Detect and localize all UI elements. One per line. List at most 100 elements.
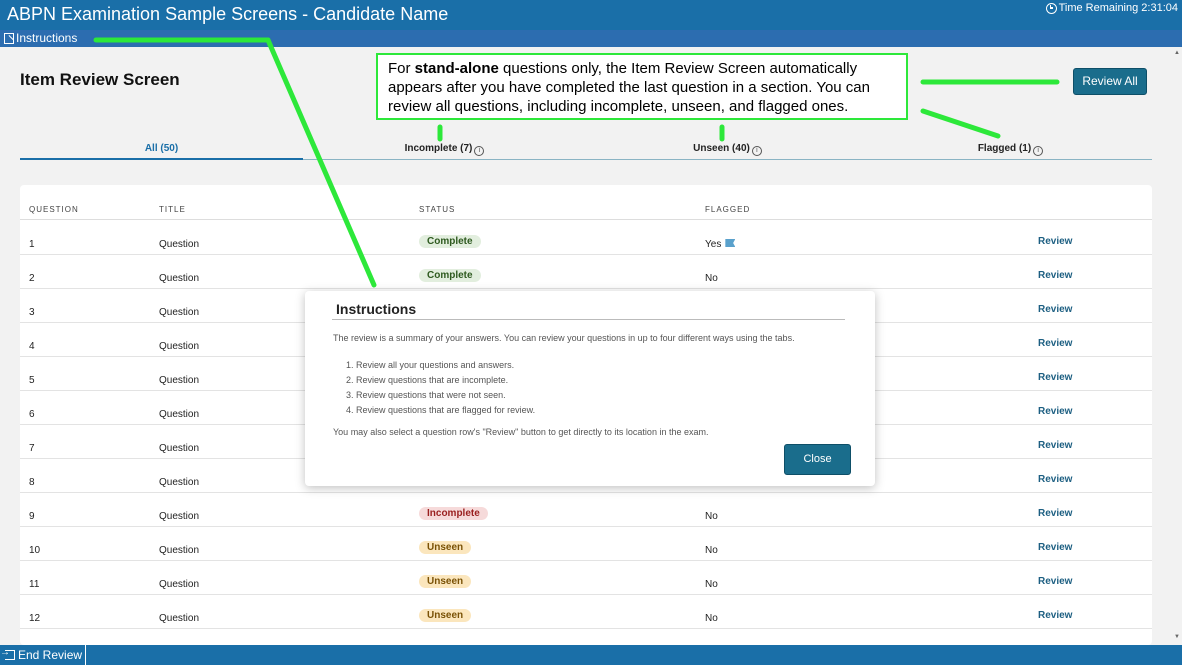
app-title: ABPN Examination Sample Screens - Candid…	[7, 4, 449, 24]
question-number: 1	[29, 239, 35, 250]
question-number: 11	[29, 579, 40, 590]
review-link[interactable]: Review	[1038, 236, 1072, 247]
question-number: 5	[29, 375, 35, 386]
review-link[interactable]: Review	[1038, 542, 1072, 553]
timer-text: Time Remaining 2:31:04	[1058, 2, 1178, 14]
review-link[interactable]: Review	[1038, 508, 1072, 519]
tab-label: Flagged (1)	[977, 143, 1032, 154]
question-title: Question	[159, 409, 200, 420]
timer: Time Remaining 2:31:04	[1045, 2, 1178, 14]
question-number: 2	[29, 273, 35, 284]
question-number: 12	[29, 613, 41, 624]
dialog-body: The review is a summary of your answers.…	[333, 332, 853, 437]
instructions-menu-label: Instructions	[16, 31, 78, 45]
review-link[interactable]: Review	[1038, 304, 1072, 315]
scroll-down-icon[interactable]: ▼	[1174, 634, 1180, 640]
bottom-bar: End Review	[0, 645, 1182, 665]
review-link[interactable]: Review	[1038, 610, 1072, 621]
status-badge: Complete	[419, 235, 481, 248]
annotation-line-flagged	[920, 108, 1001, 139]
question-number: 8	[29, 477, 35, 488]
tab-unseen[interactable]: Unseen (40) i	[586, 143, 869, 160]
question-number: 7	[29, 443, 35, 454]
dialog-intro: The review is a summary of your answers.…	[333, 333, 795, 343]
status-badge: Incomplete	[419, 507, 488, 520]
tab-incomplete[interactable]: Incomplete (7) i	[303, 143, 586, 160]
callout-prefix: For	[388, 60, 415, 77]
scroll-up-icon[interactable]: ▲	[1174, 50, 1180, 56]
instructions-icon	[4, 32, 14, 44]
info-icon[interactable]: i	[751, 146, 762, 156]
table-row: 2 Question Complete No Review	[20, 255, 1152, 289]
question-title: Question	[159, 579, 200, 590]
annotation-callout: For stand-alone questions only, the Item…	[376, 53, 908, 120]
flagged-value: No	[705, 613, 718, 624]
info-icon[interactable]: i	[1033, 146, 1044, 156]
list-item: 1. Review all your questions and answers…	[346, 360, 515, 370]
question-title: Question	[159, 375, 200, 386]
title-bar: ABPN Examination Sample Screens - Candid…	[0, 0, 1182, 30]
question-title: Question	[159, 511, 200, 522]
flagged-value: No	[705, 511, 718, 522]
tab-flagged[interactable]: Flagged (1) i	[869, 143, 1152, 160]
header-flagged: FLAGGED	[705, 205, 751, 214]
dialog-footer-text: You may also select a question row's "Re…	[333, 427, 709, 437]
status-badge: Unseen	[419, 541, 472, 554]
question-title: Question	[159, 273, 200, 284]
review-link[interactable]: Review	[1038, 406, 1072, 417]
question-title: Question	[159, 239, 200, 250]
tab-all[interactable]: All (50)	[20, 143, 303, 160]
flagged-cell: Yes	[705, 239, 736, 250]
header-title: TITLE	[159, 205, 186, 214]
review-link[interactable]: Review	[1038, 372, 1072, 383]
question-title: Question	[159, 545, 200, 556]
flagged-value: Yes	[705, 239, 722, 250]
status-badge: Unseen	[419, 575, 472, 588]
table-row: 9 Question Incomplete No Review	[20, 493, 1152, 527]
table-header: QUESTION TITLE STATUS FLAGGED	[20, 203, 1152, 220]
review-link[interactable]: Review	[1038, 338, 1072, 349]
table-row: 11 Question Unseen No Review	[20, 561, 1152, 595]
flagged-value: No	[705, 273, 718, 284]
callout-bold: stand-alone	[414, 60, 499, 77]
review-all-button[interactable]: Review All	[1073, 68, 1147, 95]
header-status: STATUS	[419, 205, 456, 214]
end-review-label: End Review	[18, 648, 83, 662]
tab-label: All (50)	[144, 143, 179, 154]
table-row: 10 Question Unseen No Review	[20, 527, 1152, 561]
table-row: 12 Question Unseen No Review	[20, 595, 1152, 629]
info-icon[interactable]: i	[474, 146, 485, 156]
question-number: 4	[29, 341, 35, 352]
tab-label: Incomplete (7)	[404, 143, 473, 154]
tab-label: Unseen (40)	[693, 143, 750, 154]
end-review-button[interactable]: End Review	[0, 645, 86, 665]
question-title: Question	[159, 477, 200, 488]
table-row: 1 Question Complete Yes Review	[20, 221, 1152, 255]
list-item: 4. Review questions that are flagged for…	[346, 405, 536, 415]
instruction-list: 1. Review all your questions and answers…	[333, 358, 853, 418]
review-tabs: All (50) Incomplete (7) i Unseen (40) i Fl…	[20, 143, 1152, 160]
list-item: 2. Review questions that are incomplete.	[346, 375, 509, 385]
review-link[interactable]: Review	[1038, 474, 1072, 485]
instructions-dialog: Instructions The review is a summary of …	[305, 291, 875, 486]
menu-bar: Instructions	[0, 30, 1182, 47]
question-title: Question	[159, 307, 200, 318]
review-link[interactable]: Review	[1038, 576, 1072, 587]
review-link[interactable]: Review	[1038, 270, 1072, 281]
list-item: 3. Review questions that were not seen.	[346, 390, 506, 400]
instructions-menu-button[interactable]: Instructions	[4, 31, 77, 45]
clock-icon	[1045, 2, 1057, 14]
review-link[interactable]: Review	[1038, 440, 1072, 451]
header-question: QUESTION	[29, 205, 79, 214]
close-button[interactable]: Close	[784, 444, 851, 475]
divider	[332, 319, 845, 320]
question-title: Question	[159, 341, 200, 352]
question-number: 6	[29, 409, 35, 420]
question-number: 9	[29, 511, 35, 522]
flagged-value: No	[705, 579, 718, 590]
flagged-value: No	[705, 545, 718, 556]
status-badge: Complete	[419, 269, 481, 282]
status-badge: Unseen	[419, 609, 472, 622]
exit-icon	[0, 647, 15, 660]
question-number: 3	[29, 307, 35, 318]
